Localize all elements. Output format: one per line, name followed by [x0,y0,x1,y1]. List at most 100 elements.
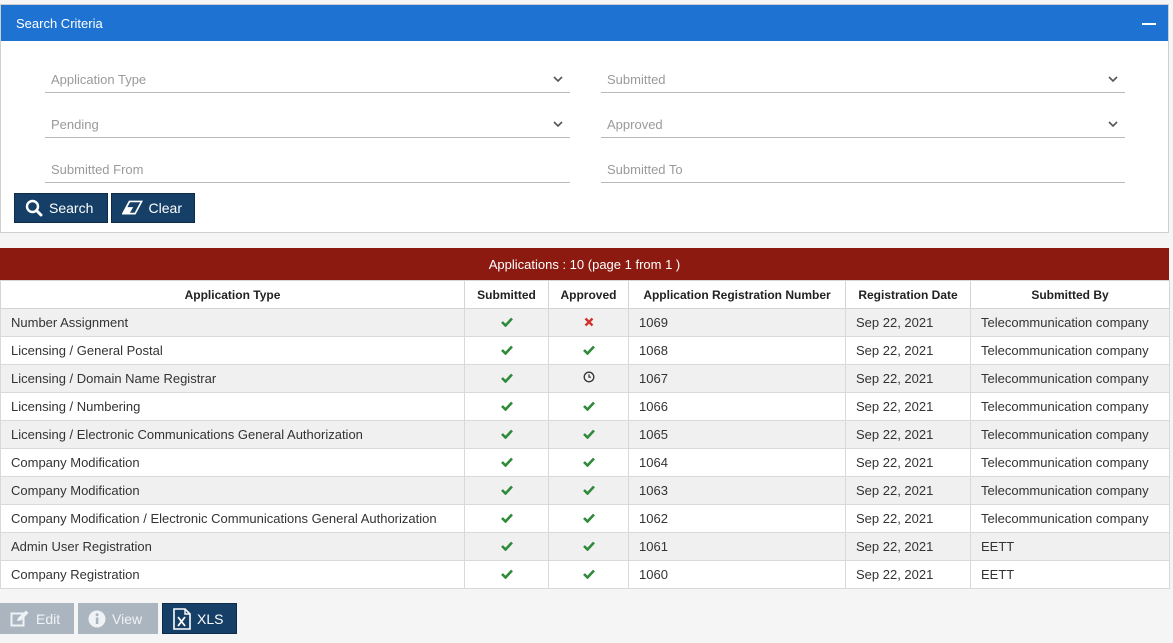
chevron-down-icon [1108,121,1118,128]
edit-button-label: Edit [36,610,61,627]
cell-submitted-by: Telecommunication company [970,336,1170,365]
table-row[interactable]: Licensing / Numbering 1066 Sep 22, 2021 Tel… [0,392,1170,421]
applications-count: Applications : 10 (page 1 from 1 ) [488,256,681,272]
cell-approved [548,336,629,365]
cell-registration-number: 1065 [628,420,846,449]
table-row[interactable]: Company Registration 1060 Sep 22, 2021 EETT [0,560,1170,589]
cell-submitted-by: Telecommunication company [970,308,1170,337]
table-row[interactable]: Licensing / Electronic Communications Ge… [0,420,1170,449]
cell-submitted-by: Telecommunication company [970,448,1170,477]
cell-registration-date: Sep 22, 2021 [845,504,971,533]
column-header-submitted[interactable]: Submitted [464,280,549,309]
cell-registration-date: Sep 22, 2021 [845,476,971,505]
column-header-application-type[interactable]: Application Type [0,280,465,309]
table-caption: Applications : 10 (page 1 from 1 ) [0,248,1169,280]
excel-file-icon [173,607,191,630]
table-row[interactable]: Company Modification / Electronic Commun… [0,504,1170,533]
cell-registration-date: Sep 22, 2021 [845,308,971,337]
check-icon [582,429,595,440]
submitted-select[interactable]: Submitted [601,71,1125,93]
column-header-registration-number[interactable]: Application Registration Number [628,280,846,309]
cell-registration-date: Sep 22, 2021 [845,448,971,477]
cell-submitted-by: Telecommunication company [970,392,1170,421]
chevron-down-icon [553,121,563,128]
check-icon [500,345,513,356]
cell-registration-number: 1063 [628,476,846,505]
column-header-approved[interactable]: Approved [548,280,629,309]
info-icon [88,610,106,627]
edit-button[interactable]: Edit [0,603,74,634]
cross-icon [584,317,593,327]
cell-submitted [464,392,549,421]
cell-approved [548,420,629,449]
cell-application-type: Company Modification [0,476,465,505]
cell-submitted [464,308,549,337]
approved-placeholder: Approved [607,117,663,132]
eraser-icon [122,200,143,215]
cell-approved [548,308,629,337]
cell-application-type: Licensing / Electronic Communications Ge… [0,420,465,449]
pending-select[interactable]: Pending [45,116,570,138]
cell-registration-date: Sep 22, 2021 [845,532,971,561]
xls-button-label: XLS [197,610,224,627]
cell-approved [548,560,629,589]
cell-submitted-by: Telecommunication company [970,504,1170,533]
check-icon [500,569,513,580]
cell-approved [548,504,629,533]
cell-application-type: Number Assignment [0,308,465,337]
view-button[interactable]: View [78,603,158,634]
cell-submitted [464,420,549,449]
column-header-submitted-by[interactable]: Submitted By [970,280,1170,309]
table-row[interactable]: Licensing / General Postal 1068 Sep 22, 20… [0,336,1170,365]
check-icon [582,485,595,496]
cell-approved [548,532,629,561]
check-icon [582,345,595,356]
xls-export-button[interactable]: XLS [162,603,237,634]
cell-registration-number: 1068 [628,336,846,365]
chevron-down-icon [553,76,563,83]
cell-application-type: Company Modification [0,448,465,477]
collapse-icon[interactable] [1142,23,1156,25]
view-button-label: View [112,610,143,627]
clear-button-label: Clear [148,200,182,216]
cell-registration-date: Sep 22, 2021 [845,420,971,449]
panel-header[interactable]: Search Criteria [1,5,1168,41]
submitted-from-placeholder: Submitted From [51,162,144,177]
table-row[interactable]: Admin User Registration 1061 Sep 22, 2021 E… [0,532,1170,561]
table-row[interactable]: Company Modification 1064 Sep 22, 2021 Tele… [0,448,1170,477]
pending-placeholder: Pending [51,117,99,132]
clear-button[interactable]: Clear [111,193,195,223]
cell-submitted [464,532,549,561]
cell-approved [548,476,629,505]
submitted-placeholder: Submitted [607,72,666,87]
cell-registration-number: 1067 [628,364,846,393]
cell-submitted-by: Telecommunication company [970,364,1170,393]
clock-icon [583,371,594,383]
table-row[interactable]: Number Assignment 1069 Sep 22, 2021 Telecom… [0,308,1170,337]
submitted-to-input[interactable]: Submitted To [601,161,1125,183]
table-row[interactable]: Company Modification 1063 Sep 22, 2021 Tele… [0,476,1170,505]
search-button-label: Search [49,200,94,216]
check-icon [500,485,513,496]
check-icon [582,541,595,552]
cell-application-type: Company Modification / Electronic Commun… [0,504,465,533]
cell-approved [548,392,629,421]
table-row[interactable]: Licensing / Domain Name Registrar 1067 Sep… [0,364,1170,393]
cell-submitted [464,336,549,365]
submitted-from-input[interactable]: Submitted From [45,161,570,183]
column-header-registration-date[interactable]: Registration Date [845,280,971,309]
cell-registration-number: 1061 [628,532,846,561]
cell-approved [548,448,629,477]
cell-application-type: Company Registration [0,560,465,589]
check-icon [500,513,513,524]
cell-submitted [464,504,549,533]
check-icon [500,317,513,328]
approved-select[interactable]: Approved [601,116,1125,138]
applications-table: Application Type Submitted Approved Appl… [0,280,1170,589]
search-button[interactable]: Search [14,193,108,223]
application-type-select[interactable]: Application Type [45,71,570,93]
cell-application-type: Admin User Registration [0,532,465,561]
cell-application-type: Licensing / Numbering [0,392,465,421]
search-icon [25,199,43,217]
check-icon [500,541,513,552]
